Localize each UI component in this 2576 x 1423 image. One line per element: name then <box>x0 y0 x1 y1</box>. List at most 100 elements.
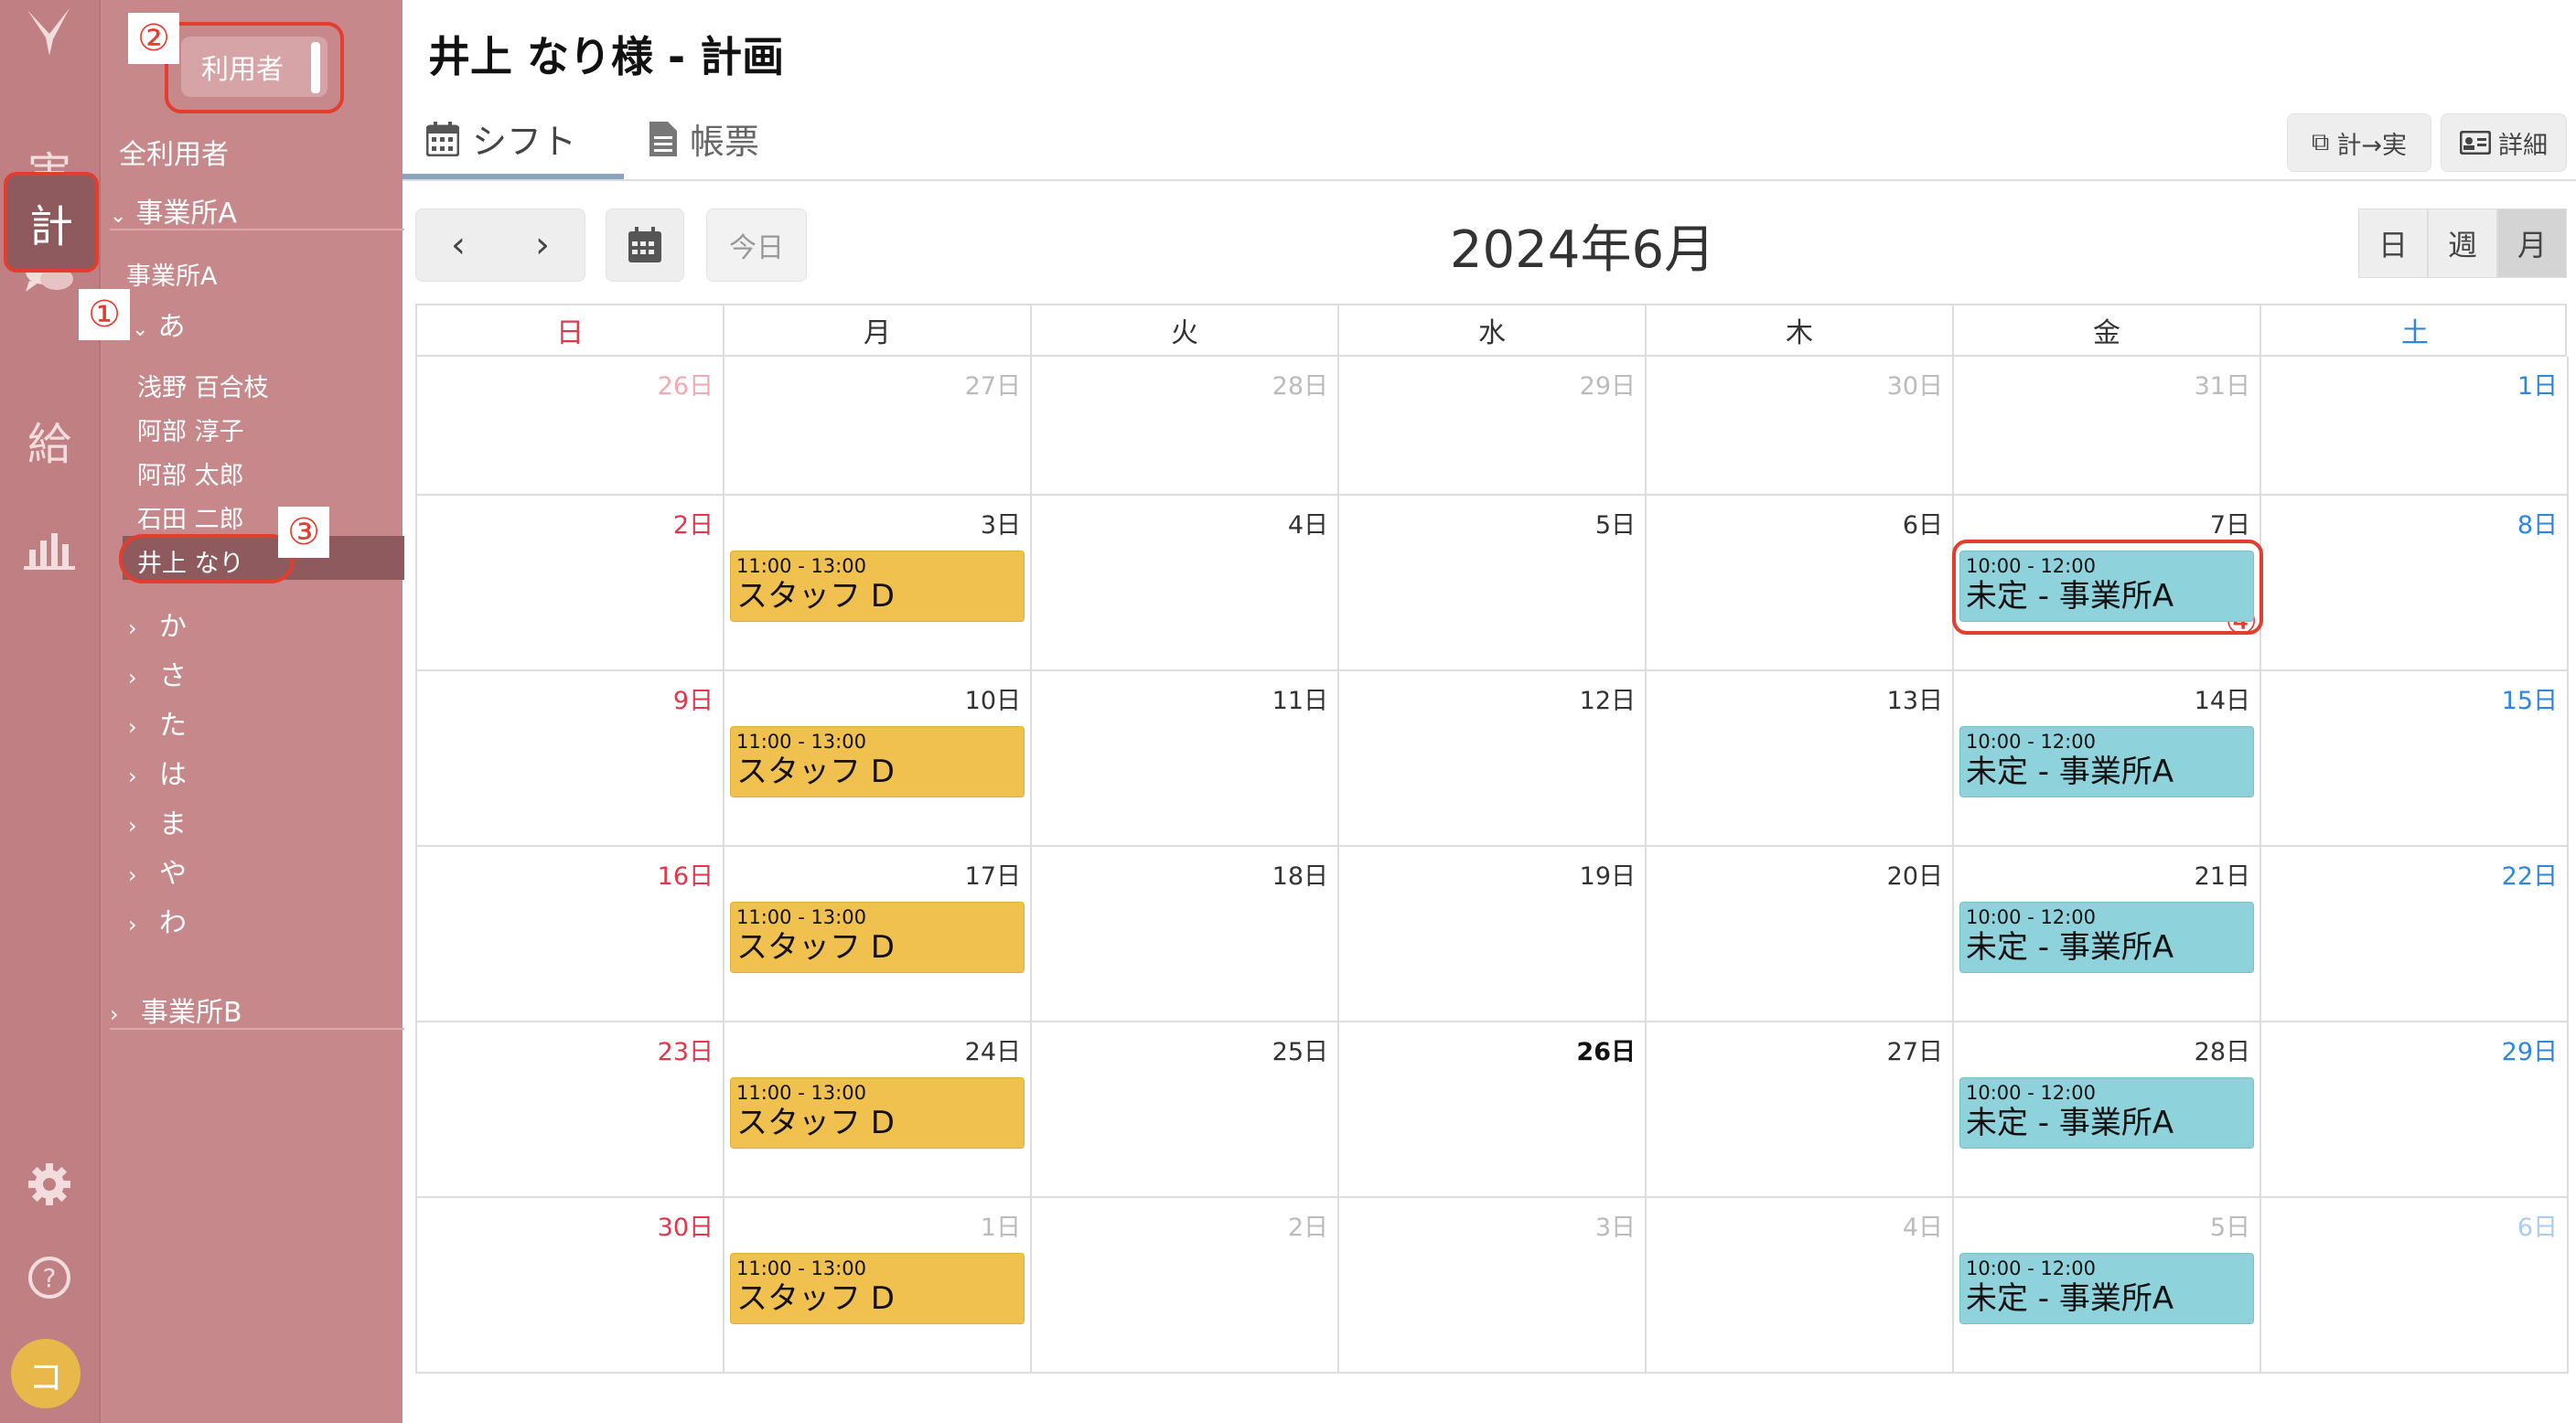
office-a-header[interactable]: ⌄ 事業所A <box>110 190 237 230</box>
date-picker-button[interactable] <box>606 209 684 282</box>
calendar-day[interactable]: 23日 <box>417 1022 724 1198</box>
calendar-day[interactable]: 13日 <box>1647 671 1954 847</box>
calendar-day[interactable]: 14日 10:00 - 12:00 未定 - 事業所A <box>1954 671 2261 847</box>
copy-plan-to-actual-button[interactable]: ⧉ 計→実 <box>2287 113 2431 172</box>
calendar-day[interactable]: 27日 <box>1647 1022 1954 1198</box>
staff-event[interactable]: 11:00 - 13:00 スタッフ D <box>730 902 1025 973</box>
chevron-right-icon: › <box>128 764 137 789</box>
office-event[interactable]: 10:00 - 12:00 未定 - 事業所A <box>1959 1077 2254 1149</box>
today-button[interactable]: 今日 <box>706 209 807 282</box>
calendar-day[interactable]: 3日 <box>1339 1198 1647 1374</box>
rail-plan[interactable]: 計 <box>4 172 99 273</box>
chevron-right-icon[interactable]: › <box>535 224 550 266</box>
app-logo[interactable] <box>0 0 99 64</box>
calendar-day[interactable]: 16日 <box>417 847 724 1022</box>
calendar-day[interactable]: 1日 <box>2261 357 2569 496</box>
calendar-day[interactable]: 11日 <box>1032 671 1339 847</box>
calendar-day[interactable]: 29日 <box>1339 357 1647 496</box>
rail-pay[interactable]: 給 <box>0 399 99 481</box>
calendar-day[interactable]: 20日 <box>1647 847 1954 1022</box>
office-event[interactable]: 10:00 - 12:00 未定 - 事業所A <box>1959 726 2254 797</box>
calendar-day[interactable]: 10日 11:00 - 13:00 スタッフ D <box>724 671 1032 847</box>
kana-group[interactable]: › は <box>128 752 187 792</box>
calendar-day[interactable]: 27日 <box>724 357 1032 496</box>
calendar-day[interactable]: 28日 <box>1032 357 1339 496</box>
view-day-button[interactable]: 日 <box>2358 209 2428 278</box>
day-number: 9日 <box>672 687 714 715</box>
group-a-header[interactable]: ⌄ あ <box>132 304 185 344</box>
user-toggle-label: 利用者 <box>201 54 284 86</box>
calendar-day[interactable]: 19日 <box>1339 847 1647 1022</box>
calendar-day[interactable]: 18日 <box>1032 847 1339 1022</box>
event-label: スタッフ D <box>736 578 895 615</box>
staff-event[interactable]: 11:00 - 13:00 スタッフ D <box>730 1253 1025 1324</box>
calendar-day[interactable]: 30日 <box>417 1198 724 1374</box>
view-week-button[interactable]: 週 <box>2428 209 2497 278</box>
user-toggle-highlight[interactable]: 利用者 <box>165 22 344 113</box>
kana-group[interactable]: › ま <box>128 801 187 841</box>
chevron-left-icon[interactable]: ‹ <box>451 224 466 266</box>
calendar-day[interactable]: 1日 11:00 - 13:00 スタッフ D <box>724 1198 1032 1374</box>
calendar-day[interactable]: 4日 <box>1647 1198 1954 1374</box>
calendar-day[interactable]: 3日 11:00 - 13:00 スタッフ D <box>724 496 1032 671</box>
office-event[interactable]: 10:00 - 12:00 未定 - 事業所A <box>1959 902 2254 973</box>
all-users-link[interactable]: 全利用者 <box>119 132 229 172</box>
detail-button[interactable]: 詳細 <box>2441 113 2567 172</box>
calendar-day[interactable]: 28日 10:00 - 12:00 未定 - 事業所A <box>1954 1022 2261 1198</box>
kana-group[interactable]: › わ <box>128 900 187 940</box>
avatar[interactable]: コ <box>11 1339 80 1408</box>
office-b-header[interactable]: › 事業所B <box>110 990 242 1030</box>
calendar-day[interactable]: 5日 10:00 - 12:00 未定 - 事業所A <box>1954 1198 2261 1374</box>
event-label: 未定 - 事業所A <box>1966 929 2174 966</box>
calendar-day[interactable]: 26日 <box>417 357 724 496</box>
calendar-day[interactable]: 26日 <box>1339 1022 1647 1198</box>
calendar-day[interactable]: 6日 <box>2261 1198 2569 1374</box>
toggle-knob <box>311 42 320 93</box>
kana-group-label: や <box>159 858 187 890</box>
copy-icon: ⧉ <box>2312 128 2330 156</box>
tab-forms[interactable]: 帳票 <box>649 113 759 164</box>
user-item[interactable]: 浅野 百合枝 <box>137 368 269 403</box>
kana-group[interactable]: › さ <box>128 653 187 693</box>
stats-icon[interactable] <box>0 508 99 591</box>
calendar-day[interactable]: 5日 <box>1339 496 1647 671</box>
kana-group[interactable]: › や <box>128 851 187 891</box>
staff-event[interactable]: 11:00 - 13:00 スタッフ D <box>730 726 1025 797</box>
calendar-day[interactable]: 17日 11:00 - 13:00 スタッフ D <box>724 847 1032 1022</box>
staff-event[interactable]: 11:00 - 13:00 スタッフ D <box>730 551 1025 622</box>
user-item[interactable]: 石田 二郎 <box>137 499 244 535</box>
calendar-day[interactable]: 15日 <box>2261 671 2569 847</box>
event-time: 11:00 - 13:00 <box>736 555 866 577</box>
day-number: 24日 <box>964 1038 1021 1066</box>
help-icon[interactable]: ? <box>0 1236 99 1319</box>
calendar-day[interactable]: 22日 <box>2261 847 2569 1022</box>
staff-event[interactable]: 11:00 - 13:00 スタッフ D <box>730 1077 1025 1149</box>
user-item[interactable]: 阿部 淳子 <box>137 412 244 447</box>
kana-group[interactable]: › た <box>128 702 187 743</box>
calendar-day[interactable]: 29日 <box>2261 1022 2569 1198</box>
calendar-day[interactable]: 2日 <box>1032 1198 1339 1374</box>
office-event[interactable]: 10:00 - 12:00 未定 - 事業所A <box>1959 1253 2254 1324</box>
calendar-day[interactable]: 4日 <box>1032 496 1339 671</box>
user-toggle-button[interactable]: 利用者 <box>181 37 327 97</box>
calendar-day[interactable]: 2日 <box>417 496 724 671</box>
calendar-day[interactable]: 12日 <box>1339 671 1647 847</box>
settings-icon[interactable] <box>0 1143 99 1225</box>
callout-badge-3: ③ <box>278 507 329 558</box>
calendar-day[interactable]: 25日 <box>1032 1022 1339 1198</box>
tab-shift[interactable]: シフト <box>426 113 576 164</box>
calendar-day[interactable]: 24日 11:00 - 13:00 スタッフ D <box>724 1022 1032 1198</box>
calendar-day[interactable]: 6日 <box>1647 496 1954 671</box>
user-item[interactable]: 阿部 太郎 <box>137 455 244 491</box>
view-month-button[interactable]: 月 <box>2497 209 2567 278</box>
event-label: スタッフ D <box>736 1280 895 1317</box>
calendar-day[interactable]: 9日 <box>417 671 724 847</box>
prev-next-group: ‹ › <box>415 209 585 282</box>
month-title: 2024年6月 <box>1449 220 1716 280</box>
detail-label: 詳細 <box>2498 131 2548 160</box>
calendar-day[interactable]: 8日 <box>2261 496 2569 671</box>
calendar-day[interactable]: 21日 10:00 - 12:00 未定 - 事業所A <box>1954 847 2261 1022</box>
calendar-day[interactable]: 30日 <box>1647 357 1954 496</box>
calendar-day[interactable]: 31日 <box>1954 357 2261 496</box>
kana-group[interactable]: › か <box>128 604 187 644</box>
